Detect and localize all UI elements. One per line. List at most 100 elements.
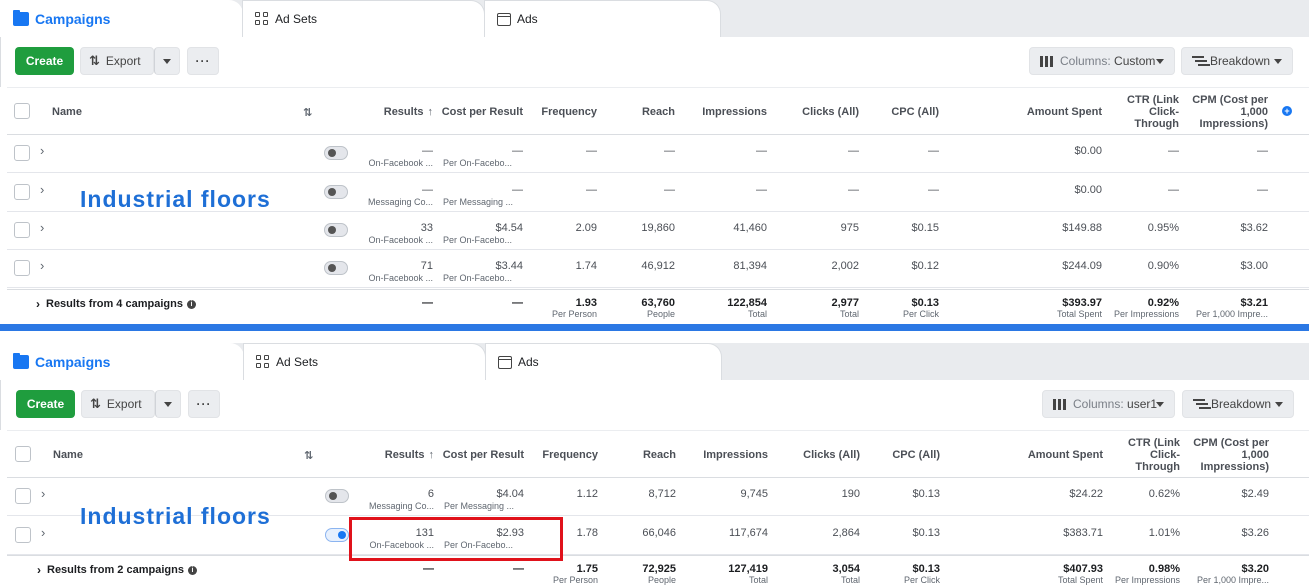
create-button[interactable]: Create [16,390,75,418]
cell-reach: 8,712 [608,478,676,516]
header-name[interactable]: Name [53,431,83,479]
row-checkbox[interactable] [15,488,31,504]
header-ctr[interactable]: CTR (Link Click-Through [1128,431,1180,479]
sort-icon[interactable]: ⇅ [303,88,312,136]
info-icon[interactable]: i [186,299,196,309]
chevron-right-icon[interactable]: › [40,220,44,235]
subvalue: Per Messaging ... [443,197,514,207]
tab-campaigns[interactable]: Campaigns [0,0,243,37]
header-reach[interactable]: Reach [607,88,675,136]
tab-ad-sets[interactable]: Ad Sets [243,343,486,380]
export-button[interactable]: ⇅ Export [81,390,155,418]
table-row[interactable]: › 33 On-Facebook ... $4.54 Per On-Facebo..… [7,212,1309,250]
summary-text: Results from 4 campaigns [46,298,183,310]
cell-cpc: $0.12 [867,250,939,288]
columns-icon [1053,398,1067,410]
summary-label[interactable]: › Results from 2 campaigns i [37,563,197,577]
header-clicks[interactable]: Clicks (All) [777,88,859,136]
header-cpc[interactable]: CPC (All) [867,88,939,136]
breakdown-button[interactable]: Breakdown [1181,47,1293,75]
create-button[interactable]: Create [15,47,74,75]
columns-button[interactable]: Columns: user1 [1042,390,1175,418]
header-cost-per-result[interactable]: Cost per Result [437,88,523,136]
cell-clicks: 190 [778,478,860,516]
campaign-toggle[interactable] [325,489,349,503]
value: 33 [420,222,433,234]
select-all-checkbox[interactable] [14,103,30,119]
cell-ctr: 0.92% Per Impressions [1107,290,1179,324]
tab-ad-sets[interactable]: Ad Sets [242,0,485,37]
chevron-right-icon[interactable]: › [40,182,44,197]
tab-label: Ads [517,12,538,26]
value: 2,864 [832,527,860,539]
cell-reach: 46,912 [607,250,675,288]
export-button[interactable]: ⇅ Export [80,47,154,75]
chevron-right-icon[interactable]: › [41,525,45,540]
row-checkbox[interactable] [14,260,30,276]
campaign-toggle[interactable] [324,261,348,275]
cell-ctr: 0.90% [1117,250,1179,288]
header-name[interactable]: Name [52,88,82,136]
header-reach[interactable]: Reach [608,431,676,479]
chevron-right-icon[interactable]: › [40,143,44,158]
header-cpm[interactable]: CPM (Cost per 1,000 Impressions) [1188,431,1269,479]
sort-icon[interactable]: ⇅ [304,431,313,479]
tab-ads[interactable]: Ads [485,343,722,380]
header-impressions[interactable]: Impressions [687,88,767,136]
value: 0.92% [1147,297,1179,309]
table-row[interactable]: › — On-Facebook ... — Per On-Facebo... — —… [7,135,1309,173]
value: $3.21 [1240,297,1268,309]
header-amount-spent[interactable]: Amount Spent [1008,431,1103,479]
cell-ctr: 0.95% [1117,212,1179,250]
tab-label: Ad Sets [276,355,319,369]
value: $0.13 [912,488,940,500]
cell-cpm: $3.21 Per 1,000 Impre... [1187,290,1268,324]
header-cpc[interactable]: CPC (All) [868,431,940,479]
more-options-button[interactable]: ··· [187,47,219,75]
header-clicks[interactable]: Clicks (All) [778,431,860,479]
tab-label: Ads [518,355,539,369]
header-cpm[interactable]: CPM (Cost per 1,000 Impressions) [1187,88,1268,136]
header-frequency[interactable]: Frequency [528,431,598,479]
header-frequency[interactable]: Frequency [527,88,597,136]
tab-ads[interactable]: Ads [484,0,721,37]
header-impressions[interactable]: Impressions [688,431,768,479]
value: 1.75 [576,563,598,575]
subvalue: Per On-Facebo... [443,235,513,245]
columns-button[interactable]: Columns: Custom [1029,47,1175,75]
add-column-icon[interactable]: + [1282,106,1292,116]
cell-clicks: 2,002 [777,250,859,288]
chevron-right-icon[interactable]: › [40,258,44,273]
row-checkbox[interactable] [14,222,30,238]
table-row[interactable]: › 71 On-Facebook ... $3.44 Per On-Facebo..… [7,250,1309,288]
tab-campaigns[interactable]: Campaigns [0,343,244,380]
cell-clicks: 2,977 Total [777,290,859,324]
campaign-toggle[interactable] [324,146,348,160]
row-checkbox[interactable] [15,527,31,543]
select-all-checkbox[interactable] [15,446,31,462]
campaign-toggle[interactable] [325,528,349,542]
row-checkbox[interactable] [14,184,30,200]
header-results[interactable]: Results ↑ [347,88,433,136]
breakdown-button[interactable]: Breakdown [1182,390,1294,418]
cell-amount: $383.71 [1008,517,1103,555]
more-options-button[interactable]: ··· [188,390,220,418]
subvalue: Per Messaging ... [444,501,515,511]
header-ctr[interactable]: CTR (Link Click-Through [1127,88,1179,136]
info-icon[interactable]: i [187,565,197,575]
summary-label[interactable]: › Results from 4 campaigns i [36,297,196,311]
campaign-toggle[interactable] [324,223,348,237]
cell-cpc: $0.13 [868,478,940,516]
value: 41,460 [733,222,767,234]
cell-reach: 66,046 [608,517,676,555]
header-cost-per-result[interactable]: Cost per Result [438,431,524,479]
row-checkbox[interactable] [14,145,30,161]
export-dropdown-button[interactable] [155,390,181,418]
header-amount-spent[interactable]: Amount Spent [1007,88,1102,136]
export-dropdown-button[interactable] [154,47,180,75]
chevron-right-icon[interactable]: › [41,486,45,501]
campaign-toggle[interactable] [324,185,348,199]
header-results[interactable]: Results ↑ [348,431,434,479]
subvalue: On-Facebook ... [368,273,433,283]
cell-amount: $244.09 [1007,250,1102,288]
